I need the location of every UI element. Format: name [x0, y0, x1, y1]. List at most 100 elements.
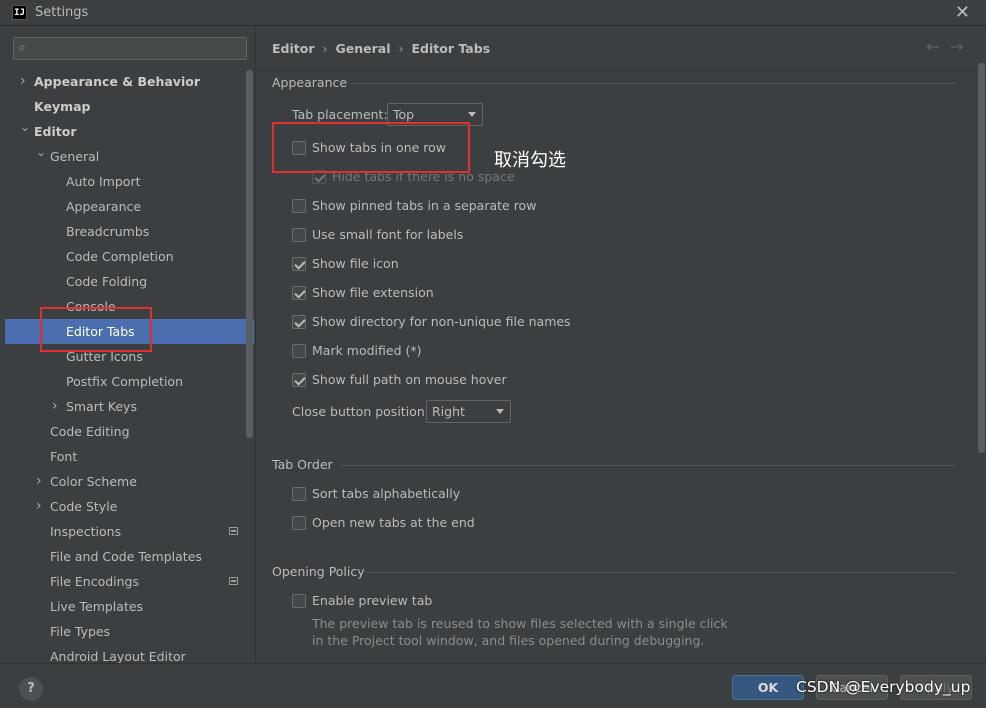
- sidebar-item-appearance-behavior[interactable]: › Appearance & Behavior: [5, 69, 254, 94]
- back-arrow-icon[interactable]: ←: [926, 37, 939, 56]
- forward-arrow-icon[interactable]: →: [950, 37, 963, 56]
- sidebar-item-label: Auto Import: [66, 174, 141, 189]
- search-input[interactable]: ⌕: [13, 37, 247, 60]
- sidebar-item-smart-keys[interactable]: › Smart Keys: [5, 394, 254, 419]
- close-button-position-select[interactable]: Right: [426, 400, 511, 423]
- checkbox-label: Show tabs in one row: [312, 140, 447, 155]
- sidebar-item-postfix-completion[interactable]: Postfix Completion: [5, 369, 254, 394]
- breadcrumb-item-editor[interactable]: Editor: [272, 41, 315, 56]
- checkbox-label: Show file extension: [312, 285, 434, 300]
- checkbox-checked[interactable]: [292, 286, 306, 300]
- sidebar-item-code-editing[interactable]: Code Editing: [5, 419, 254, 444]
- sidebar-item-code-style[interactable]: › Code Style: [5, 494, 254, 519]
- chevron-down-icon[interactable]: ⌄: [36, 140, 46, 165]
- checkbox-unchecked[interactable]: [292, 141, 306, 155]
- section-divider: [350, 83, 956, 84]
- tab-placement-label: Tab placement:: [292, 107, 388, 122]
- sidebar-item-keymap[interactable]: Keymap: [5, 94, 254, 119]
- sidebar-item-label: General: [50, 149, 100, 164]
- sidebar-item-inspections[interactable]: Inspections: [5, 519, 254, 544]
- chevron-down-icon[interactable]: ⌄: [20, 115, 30, 140]
- breadcrumb-item-general[interactable]: General: [336, 41, 391, 56]
- sidebar-scrollbar[interactable]: [246, 70, 253, 438]
- project-settings-icon: [229, 577, 238, 585]
- chevron-right-icon[interactable]: ›: [20, 69, 26, 94]
- help-icon[interactable]: ?: [19, 677, 43, 701]
- sidebar-item-label: Code Editing: [50, 424, 130, 439]
- chevron-down-icon: [468, 112, 476, 117]
- section-tab-order-title: Tab Order: [272, 457, 333, 472]
- content-scrollbar[interactable]: [978, 63, 985, 453]
- search-icon: ⌕: [19, 40, 26, 54]
- checkbox-checked[interactable]: [292, 373, 306, 387]
- tab-placement-value: Top: [393, 107, 415, 122]
- sidebar-item-label: Code Folding: [66, 274, 148, 289]
- sidebar-item-font[interactable]: Font: [5, 444, 254, 469]
- checkbox-checked[interactable]: [292, 315, 306, 329]
- sidebar-item-label: Code Completion: [66, 249, 174, 264]
- checkbox-label: Hide tabs if there is no space: [332, 169, 515, 184]
- sidebar-item-general[interactable]: ⌄ General: [5, 144, 254, 169]
- sidebar-item-label: Android Layout Editor: [50, 649, 186, 663]
- sidebar-item-android-layout-editor[interactable]: Android Layout Editor: [5, 644, 254, 663]
- dialog-footer: ? OK Cancel Apply CSDN @Everybody_up: [0, 663, 986, 708]
- close-button-position-row: Close button position:: [292, 402, 429, 422]
- sidebar-item-auto-import[interactable]: Auto Import: [5, 169, 254, 194]
- checkbox-label: Show directory for non-unique file names: [312, 314, 571, 329]
- sidebar-item-label: Gutter Icons: [66, 349, 143, 364]
- window-title: Settings: [35, 5, 89, 20]
- checkbox-label: Enable preview tab: [312, 593, 433, 608]
- ok-button[interactable]: OK: [732, 675, 804, 700]
- sidebar-item-code-folding[interactable]: Code Folding: [5, 269, 254, 294]
- sidebar-item-label: Console: [66, 299, 116, 314]
- sidebar-item-label: File Types: [50, 624, 111, 639]
- sidebar-item-label: Code Style: [50, 499, 118, 514]
- sidebar-item-color-scheme[interactable]: › Color Scheme: [5, 469, 254, 494]
- sidebar-item-file-types[interactable]: File Types: [5, 619, 254, 644]
- checkbox-unchecked[interactable]: [292, 487, 306, 501]
- sidebar-item-label: File and Code Templates: [50, 549, 202, 564]
- sidebar-item-label: Keymap: [34, 99, 91, 114]
- watermark-text: CSDN @Everybody_up: [796, 678, 971, 696]
- sidebar-item-editor-tabs[interactable]: Editor Tabs: [5, 319, 254, 344]
- sidebar-item-file-encodings[interactable]: File Encodings: [5, 569, 254, 594]
- breadcrumb: Editor › General › Editor Tabs: [272, 41, 490, 56]
- section-appearance-title: Appearance: [272, 75, 348, 90]
- checkbox-unchecked[interactable]: [292, 199, 306, 213]
- sidebar-item-label: Postfix Completion: [66, 374, 183, 389]
- project-settings-icon: [229, 527, 238, 535]
- sidebar-item-console[interactable]: Console: [5, 294, 254, 319]
- checkbox-label: Mark modified (*): [312, 343, 422, 358]
- sidebar-item-label: Font: [50, 449, 78, 464]
- checkbox-unchecked[interactable]: [292, 228, 306, 242]
- sidebar-item-live-templates[interactable]: Live Templates: [5, 594, 254, 619]
- checkbox-unchecked[interactable]: [292, 344, 306, 358]
- chevron-right-icon[interactable]: ›: [36, 469, 42, 494]
- tab-placement-select[interactable]: Top: [387, 103, 483, 126]
- sidebar-item-file-and-code-templates[interactable]: File and Code Templates: [5, 544, 254, 569]
- sidebar-item-gutter-icons[interactable]: Gutter Icons: [5, 344, 254, 369]
- checkbox-unchecked[interactable]: [292, 594, 306, 608]
- settings-sidebar: ⌕ › Appearance & Behavior Keymap ⌄ Editor ⌄ Ge…: [0, 27, 256, 663]
- preview-tab-description-line2: in the Project tool window, and files op…: [312, 633, 705, 648]
- sidebar-item-code-completion[interactable]: Code Completion: [5, 244, 254, 269]
- chevron-right-icon[interactable]: ›: [36, 494, 42, 519]
- chevron-right-icon[interactable]: ›: [52, 394, 58, 419]
- sidebar-item-label: Appearance & Behavior: [34, 74, 200, 89]
- checkbox-unchecked[interactable]: [292, 516, 306, 530]
- divider: [256, 70, 986, 71]
- sidebar-item-label: File Encodings: [50, 574, 140, 589]
- sidebar-item-breadcrumbs[interactable]: Breadcrumbs: [5, 219, 254, 244]
- sidebar-item-label: Smart Keys: [66, 399, 137, 414]
- app-logo-icon: IJ: [12, 5, 27, 20]
- section-divider: [340, 465, 956, 466]
- checkbox-label: Show file icon: [312, 256, 399, 271]
- checkbox-label: Show full path on mouse hover: [312, 372, 507, 387]
- close-icon[interactable]: ✕: [955, 2, 970, 23]
- checkbox-label: Open new tabs at the end: [312, 515, 475, 530]
- section-divider: [366, 572, 956, 573]
- checkbox-checked-disabled[interactable]: [312, 170, 326, 184]
- checkbox-checked[interactable]: [292, 257, 306, 271]
- sidebar-item-appearance[interactable]: Appearance: [5, 194, 254, 219]
- section-opening-policy-title: Opening Policy: [272, 564, 365, 579]
